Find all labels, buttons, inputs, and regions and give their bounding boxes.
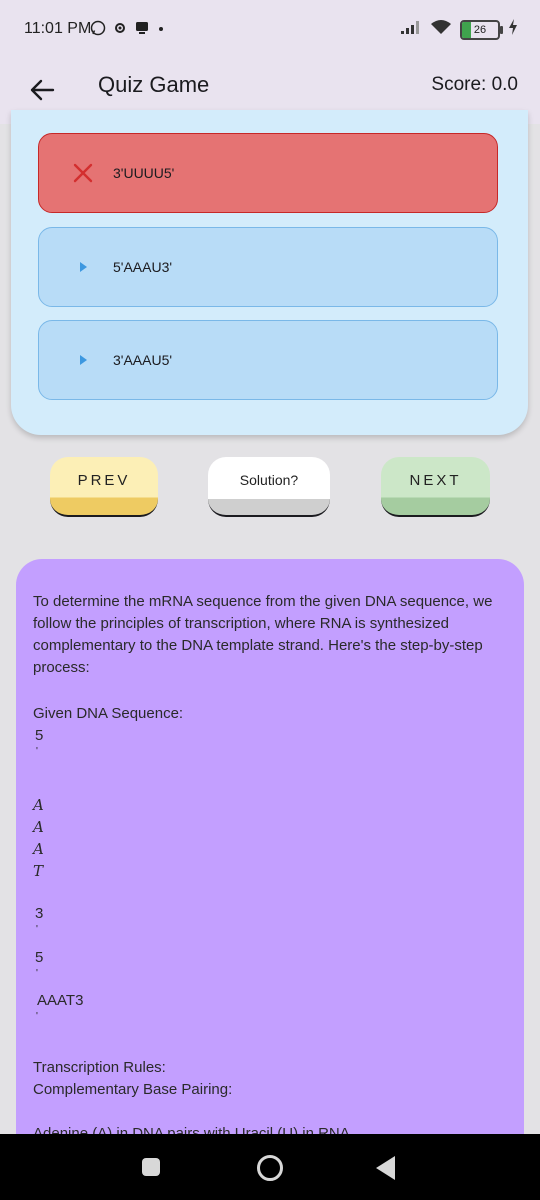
solution-content: To determine the mRNA sequence from the … (33, 591, 509, 1142)
next-button[interactable]: NEXT (381, 457, 490, 517)
close-icon (69, 159, 97, 187)
arrow-back-icon (30, 79, 55, 101)
status-bar: 11:01 PM 26 (0, 0, 540, 60)
dot-icon (156, 20, 166, 41)
rules-heading: Transcription Rules: (33, 1059, 166, 1076)
given-heading: Given DNA Sequence: (33, 705, 184, 722)
solution-intro: To determine the mRNA sequence from the … (33, 593, 493, 676)
pairing-heading: Complementary Base Pairing: (33, 1081, 233, 1098)
battery-icon: 26 (460, 19, 503, 40)
page-title: Quiz Game (98, 72, 210, 97)
charging-icon (508, 19, 518, 40)
answer-option-1[interactable]: 3'UUUU5' (38, 133, 498, 213)
quiz-card: 3'UUUU5' 5'AAAU3' 3'AAAU5' (11, 110, 528, 435)
battery-level: 26 (473, 23, 487, 36)
solution-button[interactable]: Solution? (208, 457, 330, 517)
prime-mark: ' (36, 746, 38, 757)
base-t: T (33, 862, 44, 880)
wifi-icon (430, 19, 452, 40)
play-arrow-icon (69, 346, 97, 374)
whatsapp-icon (90, 20, 106, 41)
recents-icon[interactable] (142, 1158, 160, 1176)
solution-panel: To determine the mRNA sequence from the … (16, 559, 524, 1159)
prev-button[interactable]: PREV (50, 457, 158, 517)
prime-mark: ' (36, 968, 38, 979)
score-label: Score: 0.0 (431, 74, 518, 95)
base-a-3: A (33, 840, 44, 858)
prime-mark: ' (36, 1011, 38, 1022)
aaat3-label: AAAT3 (37, 992, 84, 1009)
home-icon[interactable] (257, 1155, 283, 1181)
answer-option-label: 3'AAAU5' (113, 352, 173, 368)
signal-icon (400, 19, 422, 40)
answer-option-2[interactable]: 5'AAAU3' (38, 227, 498, 307)
status-time: 11:01 PM (24, 20, 92, 37)
base-a-1: A (33, 796, 44, 814)
back-button[interactable] (22, 70, 62, 110)
answer-option-3[interactable]: 3'AAAU5' (38, 320, 498, 400)
system-nav-bar (0, 1134, 540, 1200)
notification-icon (134, 20, 150, 41)
answer-option-label: 3'UUUU5' (113, 165, 175, 181)
status-right: 26 (400, 19, 518, 40)
prime-mark: ' (36, 924, 38, 935)
play-arrow-icon (69, 253, 97, 281)
back-triangle-icon[interactable] (376, 1156, 395, 1180)
answer-option-label: 5'AAAU3' (113, 259, 173, 275)
settings-icon (112, 20, 128, 41)
status-left-icons (90, 20, 166, 41)
base-a-2: A (33, 818, 44, 836)
